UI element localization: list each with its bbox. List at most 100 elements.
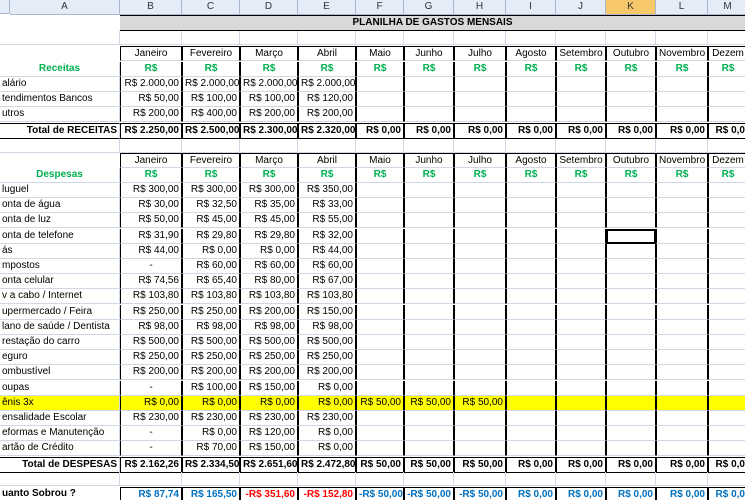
receitas-total-cell[interactable]: R$ 0,00 xyxy=(454,123,506,139)
receitas-total-cell[interactable]: R$ 0,00 xyxy=(556,123,606,139)
despesa-value-cell[interactable] xyxy=(656,335,708,350)
spreadsheet-grid[interactable]: A B C D E F G H I J K L M PLANILHA DE GASTOS MENSAIS J… xyxy=(0,0,745,500)
despesa-value-cell[interactable]: R$ 0,00 xyxy=(182,396,240,411)
despesa-value-cell[interactable] xyxy=(356,183,404,198)
despesas-total-cell[interactable]: R$ 2.651,60 xyxy=(240,457,298,473)
despesas-total-cell[interactable]: R$ 2.472,80 xyxy=(298,457,356,473)
receitas-currency-label[interactable]: R$ xyxy=(298,62,356,77)
column-header-i[interactable]: I xyxy=(506,0,556,15)
column-header-g[interactable]: G xyxy=(404,0,454,15)
despesa-value-cell[interactable] xyxy=(606,320,656,335)
despesa-value-cell[interactable] xyxy=(606,183,656,198)
receitas-total-cell[interactable]: R$ 2.300,00 xyxy=(240,123,298,139)
sobrou-value-cell[interactable]: R$ 0,0 xyxy=(708,487,745,500)
despesa-value-cell[interactable] xyxy=(454,335,506,350)
despesa-value-cell[interactable]: R$ 50,00 xyxy=(356,396,404,411)
receita-value-cell[interactable] xyxy=(556,92,606,107)
despesa-value-cell[interactable] xyxy=(404,229,454,244)
despesa-value-cell[interactable]: - xyxy=(120,259,182,274)
despesa-value-cell[interactable]: R$ 200,00 xyxy=(240,365,298,380)
receitas-month-header[interactable]: Agosto xyxy=(506,46,556,61)
despesa-value-cell[interactable]: R$ 500,00 xyxy=(182,335,240,350)
receita-value-cell[interactable] xyxy=(356,107,404,122)
despesa-value-cell[interactable] xyxy=(404,244,454,259)
receita-row-label[interactable]: alário xyxy=(0,77,120,92)
despesa-value-cell[interactable] xyxy=(606,259,656,274)
empty-cell[interactable] xyxy=(606,31,656,45)
despesa-value-cell[interactable]: R$ 74,56 xyxy=(120,274,182,289)
despesa-value-cell[interactable] xyxy=(506,259,556,274)
empty-cell[interactable] xyxy=(356,472,404,486)
despesas-currency-label[interactable]: R$ xyxy=(120,168,182,183)
despesa-value-cell[interactable] xyxy=(708,289,745,304)
empty-cell[interactable] xyxy=(240,139,298,153)
despesa-value-cell[interactable] xyxy=(556,213,606,228)
despesa-value-cell[interactable]: R$ 45,00 xyxy=(240,213,298,228)
despesa-row-label[interactable]: ensalidade Escolar xyxy=(0,411,120,426)
empty-cell[interactable] xyxy=(454,472,506,486)
select-all-corner[interactable] xyxy=(0,0,10,14)
despesa-value-cell[interactable] xyxy=(656,350,708,365)
despesa-value-cell[interactable]: R$ 250,00 xyxy=(240,350,298,365)
despesa-value-cell[interactable] xyxy=(506,350,556,365)
despesa-value-cell[interactable] xyxy=(708,381,745,396)
despesa-value-cell[interactable]: R$ 35,00 xyxy=(240,198,298,213)
empty-cell[interactable] xyxy=(708,139,745,153)
despesa-value-cell[interactable] xyxy=(506,426,556,441)
despesa-value-cell[interactable] xyxy=(656,381,708,396)
despesa-value-cell[interactable] xyxy=(454,441,506,456)
despesa-value-cell[interactable]: R$ 0,00 xyxy=(120,396,182,411)
empty-cell[interactable] xyxy=(556,31,606,45)
despesa-row-label[interactable]: ênis 3x xyxy=(0,396,120,411)
despesa-row-label[interactable]: restação do carro xyxy=(0,335,120,350)
receitas-currency-label[interactable]: R$ xyxy=(606,62,656,77)
despesas-month-header[interactable]: Março xyxy=(240,153,298,168)
despesas-total-cell[interactable]: R$ 2.162,26 xyxy=(120,457,182,473)
despesa-value-cell[interactable] xyxy=(556,411,606,426)
despesa-value-cell[interactable] xyxy=(656,244,708,259)
despesas-total-cell[interactable]: R$ 0,00 xyxy=(606,457,656,473)
despesa-row-label[interactable]: lano de saúde / Dentista xyxy=(0,320,120,335)
despesa-value-cell[interactable] xyxy=(556,198,606,213)
despesa-row-label[interactable]: onta celular xyxy=(0,274,120,289)
despesa-value-cell[interactable] xyxy=(404,365,454,380)
despesa-value-cell[interactable]: R$ 250,00 xyxy=(120,305,182,320)
despesa-row-label[interactable]: luguel xyxy=(0,183,120,198)
despesa-value-cell[interactable] xyxy=(556,335,606,350)
column-header-d[interactable]: D xyxy=(240,0,298,15)
despesa-value-cell[interactable] xyxy=(708,229,745,244)
despesa-row-label[interactable]: mpostos xyxy=(0,259,120,274)
despesa-value-cell[interactable] xyxy=(404,305,454,320)
despesas-month-header[interactable]: Setembro xyxy=(556,153,606,168)
despesa-value-cell[interactable]: R$ 250,00 xyxy=(120,350,182,365)
despesa-value-cell[interactable] xyxy=(556,229,606,244)
despesa-value-cell[interactable] xyxy=(606,198,656,213)
receita-value-cell[interactable] xyxy=(556,107,606,122)
sobrou-value-cell[interactable]: R$ 87,74 xyxy=(120,487,182,500)
despesa-value-cell[interactable] xyxy=(454,411,506,426)
despesa-value-cell[interactable]: R$ 150,00 xyxy=(240,441,298,456)
despesa-value-cell[interactable]: R$ 50,00 xyxy=(120,213,182,228)
sobrou-value-cell[interactable]: R$ 0,00 xyxy=(656,487,708,500)
despesas-month-header[interactable]: Julho xyxy=(454,153,506,168)
receitas-month-header[interactable]: Outubro xyxy=(606,46,656,61)
despesa-value-cell[interactable] xyxy=(656,365,708,380)
receita-value-cell[interactable] xyxy=(606,92,656,107)
receitas-currency-label[interactable]: R$ xyxy=(120,62,182,77)
despesa-value-cell[interactable]: R$ 120,00 xyxy=(240,426,298,441)
despesa-value-cell[interactable]: R$ 70,00 xyxy=(182,441,240,456)
receita-value-cell[interactable]: R$ 400,00 xyxy=(182,107,240,122)
despesas-currency-label[interactable]: R$ xyxy=(240,168,298,183)
despesa-value-cell[interactable] xyxy=(708,426,745,441)
despesas-total-cell[interactable]: R$ 0,00 xyxy=(556,457,606,473)
receita-value-cell[interactable] xyxy=(506,92,556,107)
column-header-h[interactable]: H xyxy=(454,0,506,15)
despesa-value-cell[interactable]: R$ 100,00 xyxy=(182,381,240,396)
despesa-value-cell[interactable] xyxy=(556,274,606,289)
despesas-currency-label[interactable]: R$ xyxy=(182,168,240,183)
despesa-value-cell[interactable]: R$ 500,00 xyxy=(240,335,298,350)
empty-cell[interactable] xyxy=(656,472,708,486)
despesa-value-cell[interactable] xyxy=(708,244,745,259)
despesa-value-cell[interactable]: R$ 0,00 xyxy=(240,244,298,259)
despesa-value-cell[interactable] xyxy=(404,274,454,289)
